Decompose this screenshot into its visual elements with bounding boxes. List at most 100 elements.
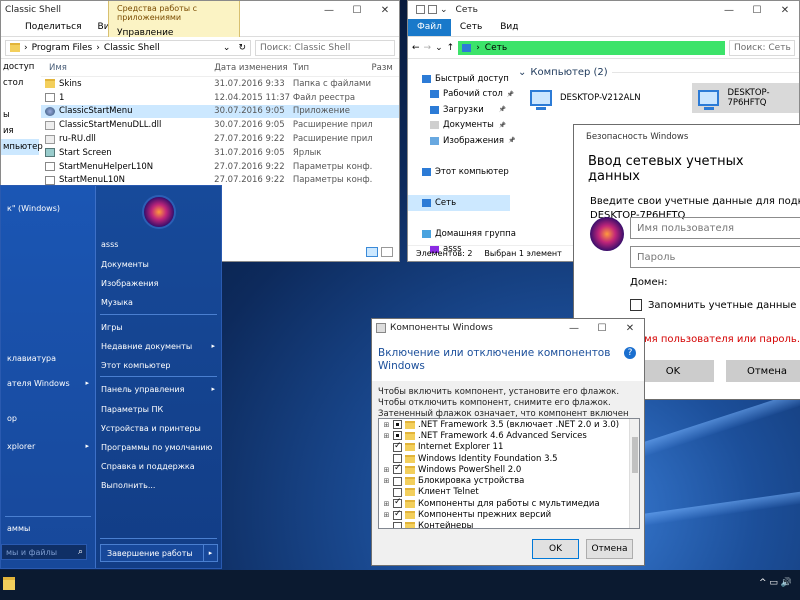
new-folder-icon[interactable] [428,5,437,14]
column-size[interactable]: Разм [372,63,400,73]
help-icon[interactable]: ? [624,347,636,359]
column-type[interactable]: Тип [293,63,372,73]
feature-item[interactable]: ⊞ .NET Framework 4.6 Advanced Services [379,430,639,441]
feature-checkbox[interactable] [393,509,402,520]
remember-checkbox-row[interactable]: Запомнить учетные данные [630,299,796,311]
start-right-item[interactable]: Игры [101,323,123,332]
nav-item[interactable] [408,149,510,165]
nav-item[interactable]: Документы 📌 [408,118,510,134]
feature-checkbox[interactable] [393,497,402,509]
pin-icon[interactable]: 📌 [508,137,519,144]
chevron-down-icon[interactable]: ⌄ [223,43,235,53]
feature-checkbox[interactable] [393,463,402,475]
tiles-view-icon[interactable] [381,247,393,257]
cancel-button[interactable]: Отмена [586,539,633,559]
file-row[interactable]: Skins 31.07.2016 9:33 Папка с файлами [41,77,399,91]
start-right-item[interactable]: Выполнить... [101,481,155,490]
start-left-item[interactable]: ор [7,414,17,423]
cancel-button[interactable]: Отмена [726,360,800,382]
nav-item[interactable] [408,180,510,196]
feature-item[interactable]: ⊞ Компоненты прежних версий [379,509,639,521]
nav-item[interactable]: ия [1,123,39,139]
file-row[interactable]: ClassicStartMenu 30.07.2016 9:05 Приложени… [41,104,399,119]
minimize-button[interactable]: — [560,319,588,337]
expand-icon[interactable]: ⊞ [383,511,390,519]
search-input[interactable]: Поиск: Сеть [729,39,795,56]
start-right-item[interactable]: asss [101,240,118,249]
expand-icon[interactable]: ⊞ [383,432,390,440]
password-input[interactable]: Пароль [630,246,800,268]
tab-manage[interactable]: Управление [109,25,239,41]
file-row[interactable]: ru-RU.dll 27.07.2016 9:22 Расширение прил.… [41,132,399,146]
file-row[interactable]: 1 12.04.2015 11:37 Файл реестра [41,91,399,105]
start-right-item[interactable]: Музыка [101,298,133,307]
nav-item[interactable]: Сеть [408,195,510,211]
feature-checkbox[interactable] [393,454,402,464]
start-right-item[interactable]: Панель управления [101,385,184,394]
username-input[interactable]: Имя пользователя [630,217,800,239]
nav-item[interactable]: Домашняя группа [408,226,516,242]
tab-network[interactable]: Сеть [451,19,491,36]
feature-item[interactable]: Windows Identity Foundation 3.5 [379,453,639,464]
expand-icon[interactable]: ⊞ [383,477,390,485]
close-button[interactable]: ✕ [371,1,399,19]
start-search-input[interactable]: мы и файлы ⌕ [1,544,87,560]
tray-icons[interactable]: ^ ▭ 🔊 [759,578,792,588]
scrollbar[interactable] [629,419,639,528]
back-arrow-icon[interactable]: ← [412,43,420,53]
column-date[interactable]: Дата изменения [214,63,293,73]
feature-checkbox[interactable] [393,431,402,441]
expand-icon[interactable]: ⊞ [383,421,390,429]
nav-item[interactable]: Этот компьютер [408,164,510,180]
feature-item[interactable]: ⊞ .NET Framework 3.5 (включает .NET 2.0 и… [379,419,639,430]
close-button[interactable]: ✕ [616,319,644,337]
ok-button[interactable]: OK [532,539,579,559]
start-right-item[interactable]: Изображения [101,279,158,288]
feature-item[interactable]: ⊞ Компоненты для работы с мультимедиа [379,497,639,509]
file-explorer-taskbar-icon[interactable] [3,577,15,590]
start-right-item[interactable]: Справка и поддержка [101,462,195,471]
user-avatar[interactable] [142,195,176,229]
start-left-item[interactable]: xplorer [7,442,35,451]
minimize-button[interactable]: — [315,1,343,19]
nav-item[interactable] [1,91,39,107]
tab-share[interactable]: Поделиться [17,19,90,36]
feature-checkbox[interactable] [393,476,402,486]
details-view-icon[interactable] [366,247,378,257]
feature-item[interactable]: Клиент Telnet [379,487,639,498]
start-left-item[interactable]: аммы [7,524,30,533]
feature-item[interactable]: ⊞ Блокировка устройства [379,475,639,486]
scrollbar-thumb[interactable] [632,437,638,473]
breadcrumb-network[interactable]: Сеть [485,43,507,53]
nav-item[interactable]: стол [1,75,39,91]
start-right-item[interactable]: Документы [101,260,149,269]
up-arrow-icon[interactable]: ↑ [447,43,455,53]
maximize-button[interactable]: ☐ [743,1,771,19]
file-row[interactable]: Start Screen 31.07.2016 9:05 Ярлык [41,146,399,160]
feature-checkbox[interactable] [393,521,402,528]
expand-icon[interactable]: ⊞ [383,500,390,508]
maximize-button[interactable]: ☐ [343,1,371,19]
pin-icon[interactable]: 📌 [507,91,518,98]
file-row[interactable]: StartMenuHelperL10N 27.07.2016 9:22 Параме… [41,160,399,174]
feature-item[interactable]: Контейнеры [379,521,639,528]
nav-item[interactable]: Рабочий стол 📌 [408,87,514,103]
tab-file[interactable]: Файл [408,19,451,36]
pin-icon[interactable]: 📌 [499,122,510,129]
nav-item[interactable]: Загрузки 📌 [408,102,510,118]
nav-item[interactable]: Быстрый доступ [408,71,510,87]
close-button[interactable]: ✕ [771,1,799,19]
properties-icon[interactable] [416,5,425,14]
nav-item-this-pc[interactable]: мпьютер [1,139,43,155]
address-bar[interactable]: › Program Files › Classic Shell ⌄ ↻ [5,39,251,56]
chevron-down-icon[interactable]: ⌄ [435,43,443,53]
start-right-item[interactable]: Этот компьютер [101,361,170,370]
start-right-item[interactable]: Недавние документы [101,342,192,351]
start-right-item[interactable]: Программы по умолчанию [101,443,212,452]
nav-item[interactable]: доступ [1,59,39,75]
feature-checkbox[interactable] [393,441,402,452]
group-header[interactable]: ⌄ Компьютер (2) [518,67,799,78]
computer-item-selected[interactable]: DESKTOP-7P6HFTQ [692,83,799,113]
feature-checkbox[interactable] [393,487,402,497]
shutdown-button[interactable]: Завершение работы ▸ [100,544,218,562]
